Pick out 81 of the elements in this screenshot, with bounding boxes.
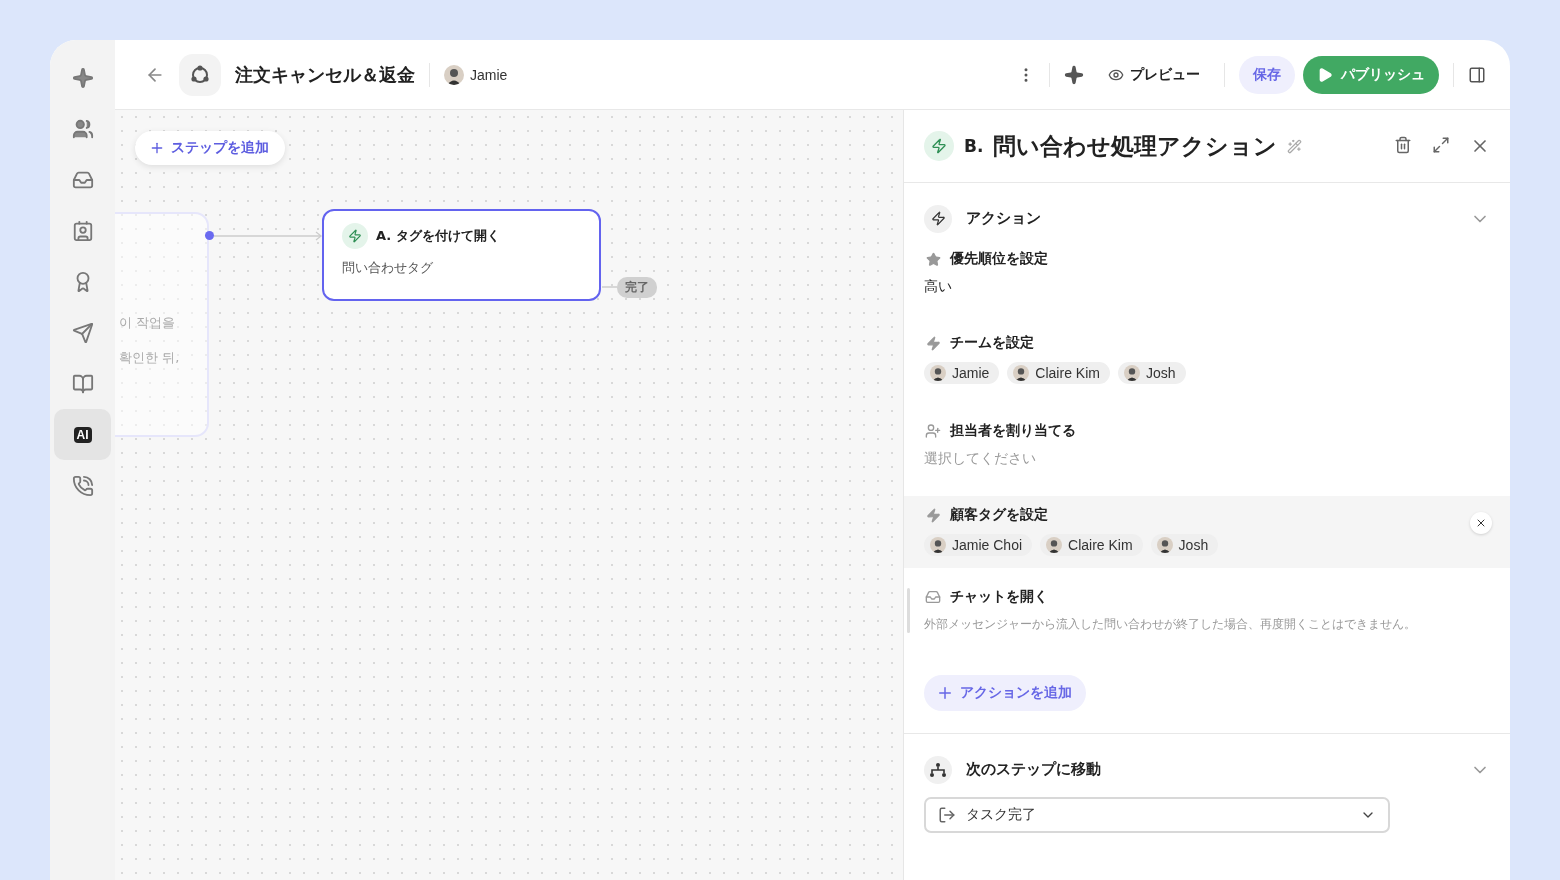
user-plus-icon <box>925 423 941 439</box>
member-chip[interactable]: Claire Kim <box>1007 362 1110 384</box>
action-item[interactable]: 優先順位を設定 高い <box>904 240 1510 308</box>
node-title: A. タグを付けて開く <box>376 227 500 245</box>
flow-node[interactable]: A. タグを付けて開く 問い合わせタグ <box>322 209 601 301</box>
bolt-icon <box>930 211 946 226</box>
avatar <box>1046 537 1063 553</box>
action-title: 顧客タグを設定 <box>950 506 1048 524</box>
member-name: Claire Kim <box>1068 537 1133 553</box>
member-chip[interactable]: Josh <box>1117 362 1186 384</box>
description-text: 外部メッセンジャーから流入した問い合わせが終了した場合、再度開くことはできません。 <box>924 616 1417 633</box>
avatar <box>1123 365 1140 381</box>
section-header[interactable]: アクション <box>904 183 1510 240</box>
preview-button[interactable]: プレビュー <box>1098 65 1210 84</box>
member-name: Josh <box>1145 365 1176 381</box>
people-icon[interactable] <box>71 117 94 140</box>
add-step-button[interactable]: ステップを追加 <box>135 131 285 165</box>
panel-toggle-icon[interactable] <box>1468 65 1486 84</box>
play-icon <box>1317 66 1333 83</box>
plus-icon <box>149 140 165 156</box>
phone-icon[interactable] <box>71 474 94 497</box>
member-name: Jamie <box>952 365 990 381</box>
section-header[interactable]: 次のステップに移動 <box>904 734 1510 791</box>
section-title: アクション <box>966 209 1041 228</box>
save-button[interactable]: 保存 <box>1239 55 1295 94</box>
node-text: 이 작업을 <box>119 314 177 332</box>
connector-dot[interactable] <box>205 231 214 240</box>
bolt-icon <box>925 507 941 523</box>
member-chip[interactable]: Claire Kim <box>1040 534 1143 556</box>
action-item[interactable]: 担当者を割り当てる 選択してください <box>904 412 1510 480</box>
star-icon <box>925 251 941 267</box>
sidebar-item[interactable]: AI <box>54 409 111 460</box>
action-title: チャットを開く <box>950 588 1048 606</box>
branch-icon <box>929 760 947 779</box>
action-title: 担当者を割り当てる <box>950 422 1076 440</box>
remove-button[interactable] <box>1470 512 1492 534</box>
avatar <box>1156 537 1173 553</box>
end-label: 完了 <box>617 277 657 298</box>
trash-icon[interactable] <box>1394 136 1412 154</box>
wand-icon[interactable] <box>1287 138 1303 154</box>
action-item[interactable]: 顧客タグを設定 Jamie Choi Claire Kim Josh <box>904 496 1510 568</box>
action-title: 優先順位を設定 <box>950 250 1048 268</box>
plus-icon <box>936 684 954 702</box>
cycle-icon <box>189 63 211 86</box>
action-title: チームを設定 <box>950 334 1034 352</box>
workflow-title: 注文キャンセル＆返金 <box>235 62 415 87</box>
add-action-button[interactable]: アクションを追加 <box>924 675 1086 711</box>
close-icon <box>1475 517 1487 529</box>
ai-icon[interactable]: AI <box>73 426 92 443</box>
member-chip[interactable]: Jamie Choi <box>924 534 1033 556</box>
section-title: 次のステップに移動 <box>966 760 1101 779</box>
node-subtitle: 問い合わせタグ <box>342 259 434 277</box>
sparkle-icon[interactable] <box>1064 64 1084 85</box>
node-text: 확인한 뒤, <box>119 349 181 367</box>
book-icon[interactable] <box>71 372 94 395</box>
owner-name: Jamie <box>470 66 508 83</box>
inbox-icon <box>925 589 941 605</box>
action-item[interactable]: チームを設定 Jamie Claire Kim Josh <box>904 324 1510 396</box>
next-step-select[interactable]: タスク完了 <box>924 797 1390 833</box>
send-icon[interactable] <box>71 321 94 344</box>
sparkle-icon[interactable] <box>71 66 94 89</box>
action-item[interactable]: チャットを開く 外部メッセンジャーから流入した問い合わせが終了した場合、再度開くことはできません。 <box>904 568 1510 645</box>
avatar <box>930 365 946 381</box>
expand-icon[interactable] <box>1432 136 1450 154</box>
member-name: Claire Kim <box>1035 365 1100 381</box>
bolt-icon <box>348 229 362 243</box>
member-chip[interactable]: Josh <box>1150 534 1219 556</box>
avatar <box>930 537 946 553</box>
panel-title: 問い合わせ処理アクション <box>993 131 1278 161</box>
avatar <box>1013 365 1030 381</box>
priority-value: 高い <box>924 278 953 296</box>
connector-line <box>602 286 617 288</box>
bolt-icon <box>925 335 941 351</box>
contact-card-icon[interactable] <box>71 219 94 242</box>
step-letter: B. <box>964 136 984 156</box>
member-name: Josh <box>1178 537 1209 553</box>
member-chip[interactable]: Jamie <box>924 362 1000 384</box>
exit-icon <box>938 806 956 824</box>
bolt-icon <box>931 138 947 154</box>
member-name: Jamie Choi <box>952 537 1023 553</box>
avatar <box>444 64 464 85</box>
